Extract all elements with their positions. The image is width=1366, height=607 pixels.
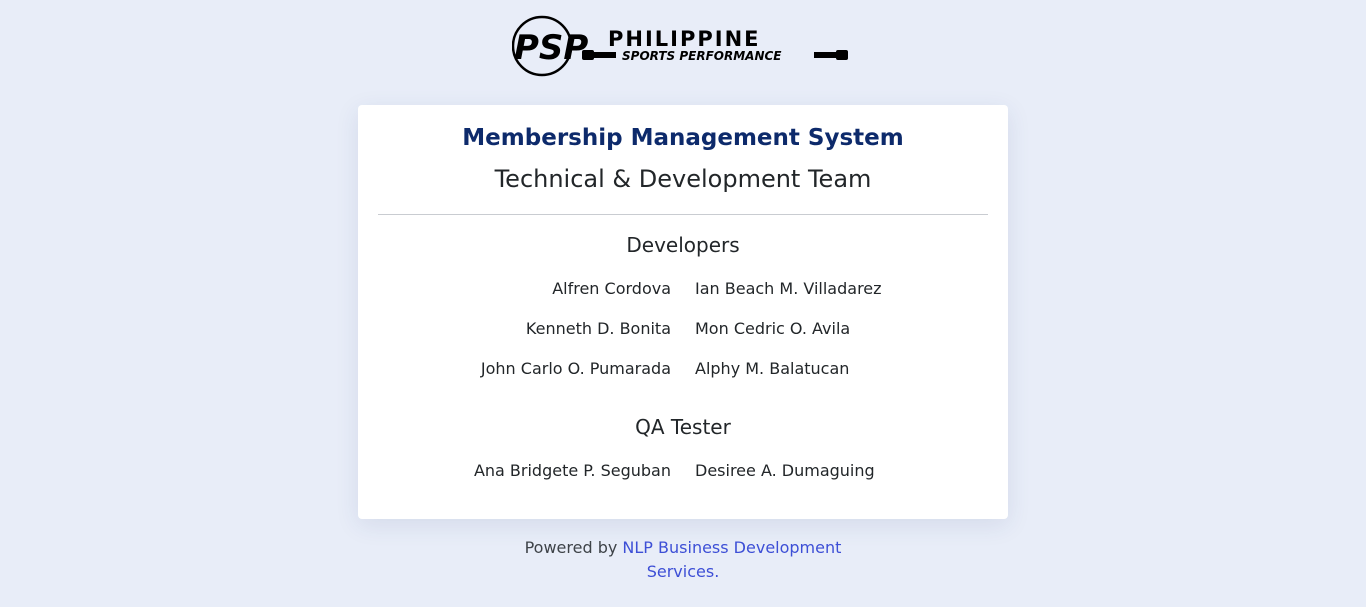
qa-tester-name: Ana Bridgete P. Seguban (473, 461, 671, 480)
developers-heading: Developers (626, 233, 740, 257)
qa-tester-row: Ana Bridgete P. Seguban Desiree A. Dumag… (358, 461, 1008, 483)
system-title: Membership Management System (462, 125, 904, 151)
developer-name: Mon Cedric O. Avila (695, 319, 851, 338)
logo-line1: PHILIPPINE (608, 27, 761, 51)
developer-row: Alfren Cordova Ian Beach M. Villadarez (358, 279, 1008, 301)
divider (378, 214, 988, 215)
qa-tester-name: Desiree A. Dumaguing (695, 461, 875, 480)
team-title: Technical & Development Team (494, 165, 872, 193)
developer-name: John Carlo O. Pumarada (480, 359, 671, 378)
nlp-link[interactable]: NLP Business Development Services. (622, 538, 841, 581)
logo-line2: SPORTS PERFORMANCE (622, 49, 782, 63)
footer-prefix: Powered by (524, 538, 623, 557)
developer-name: Alfren Cordova (552, 279, 671, 298)
developer-row: Kenneth D. Bonita Mon Cedric O. Avila (358, 319, 1008, 341)
logo-mark-text: PSP (514, 28, 588, 68)
developer-name: Alphy M. Balatucan (695, 359, 850, 378)
footer: Powered by NLP Business Development Serv… (523, 536, 843, 584)
developer-row: John Carlo O. Pumarada Alphy M. Balatuca… (358, 359, 1008, 381)
developer-name: Ian Beach M. Villadarez (695, 279, 882, 298)
developer-name: Kenneth D. Bonita (525, 319, 671, 338)
team-card: Membership Management System Technical &… (358, 105, 1008, 519)
qa-tester-heading: QA Tester (635, 415, 731, 439)
psp-logo: PSP PHILIPPINE SPORTS PERFORMANCE (511, 14, 850, 78)
page: PSP PHILIPPINE SPORTS PERFORMANCE Member… (0, 0, 1366, 607)
